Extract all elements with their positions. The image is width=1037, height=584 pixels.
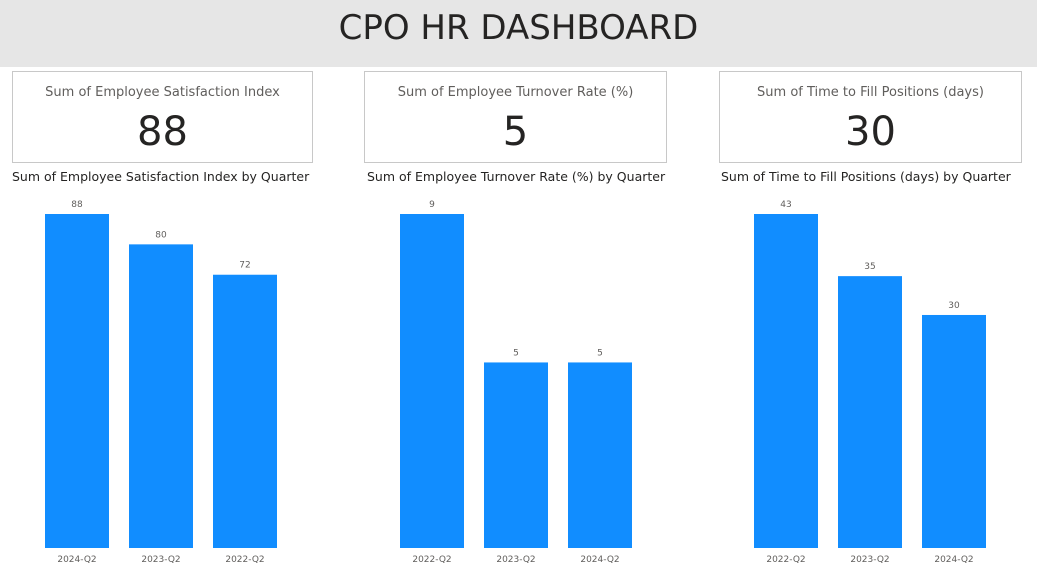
chart-title-satisfaction: Sum of Employee Satisfaction Index by Qu…	[12, 169, 310, 184]
data-label: 9	[429, 200, 435, 210]
data-label: 88	[71, 200, 83, 210]
bar-2023-q2[interactable]	[484, 362, 548, 548]
kpi-label: Sum of Employee Turnover Rate (%)	[397, 85, 634, 100]
data-label: 5	[597, 348, 603, 358]
chart-title-time-to-fill: Sum of Time to Fill Positions (days) by …	[721, 169, 1011, 184]
bar-2024-q2[interactable]	[922, 314, 986, 548]
dashboard-header: CPO HR DASHBOARD	[0, 0, 1037, 67]
data-label: 35	[864, 262, 875, 272]
kpi-label: Sum of Employee Satisfaction Index	[45, 85, 280, 100]
bar-2023-q2[interactable]	[129, 244, 193, 548]
kpi-label: Sum of Time to Fill Positions (days)	[757, 85, 984, 100]
bar-chart-satisfaction[interactable]: 88 2024-Q2 80 2023-Q2 72 2022-Q2	[12, 190, 312, 574]
x-tick-label: 2023-Q2	[850, 555, 889, 565]
bar-2022-q2[interactable]	[754, 214, 818, 548]
kpi-card-satisfaction[interactable]: Sum of Employee Satisfaction Index 88	[12, 71, 313, 163]
data-label: 5	[513, 348, 519, 358]
data-label: 43	[780, 200, 791, 210]
x-tick-label: 2023-Q2	[141, 555, 180, 565]
bar-2022-q2[interactable]	[213, 274, 277, 548]
dashboard-title: CPO HR DASHBOARD	[338, 8, 699, 48]
bar-2024-q2[interactable]	[45, 214, 109, 548]
bar-chart-turnover[interactable]: 9 2022-Q2 5 2023-Q2 5 2024-Q2	[367, 190, 667, 574]
x-tick-label: 2022-Q2	[766, 555, 805, 565]
kpi-card-turnover[interactable]: Sum of Employee Turnover Rate (%) 5	[364, 71, 667, 163]
x-tick-label: 2022-Q2	[225, 555, 264, 565]
kpi-card-time-to-fill[interactable]: Sum of Time to Fill Positions (days) 30	[719, 71, 1022, 163]
x-tick-label: 2022-Q2	[412, 555, 451, 565]
kpi-value: 88	[137, 109, 188, 155]
bar-chart-time-to-fill[interactable]: 43 2022-Q2 35 2023-Q2 30 2024-Q2	[721, 190, 1021, 574]
bar-2024-q2[interactable]	[568, 362, 632, 548]
data-label: 80	[155, 230, 167, 240]
chart-title-turnover: Sum of Employee Turnover Rate (%) by Qua…	[367, 169, 666, 184]
kpi-value: 5	[502, 109, 529, 155]
data-label: 72	[239, 261, 250, 271]
x-tick-label: 2024-Q2	[580, 555, 619, 565]
kpi-value: 30	[845, 109, 896, 155]
x-tick-label: 2024-Q2	[934, 555, 973, 565]
bar-2023-q2[interactable]	[838, 276, 902, 548]
data-label: 30	[948, 301, 960, 311]
x-tick-label: 2024-Q2	[57, 555, 96, 565]
x-tick-label: 2023-Q2	[496, 555, 535, 565]
bar-2022-q2[interactable]	[400, 214, 464, 548]
